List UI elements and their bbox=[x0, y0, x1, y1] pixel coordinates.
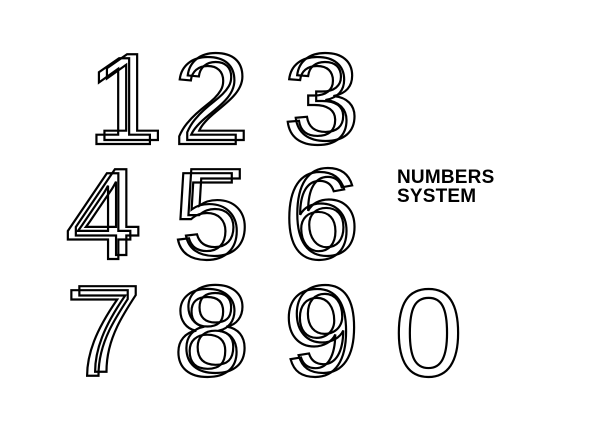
numeral-7: 7 7 bbox=[64, 260, 143, 404]
numeral-7-outline-front: 7 bbox=[73, 261, 142, 399]
numeral-6: 6 6 bbox=[282, 143, 361, 287]
numeral-3: 3 3 bbox=[282, 28, 361, 172]
numeral-9: 9 9 bbox=[282, 260, 361, 404]
numbers-system-poster: 1 1 2 2 3 3 4 4 5 5 6 6 NUMBERS SYSTEM 7… bbox=[0, 0, 600, 428]
title-line-1: NUMBERS bbox=[397, 167, 495, 188]
numeral-8: 8 8 bbox=[172, 260, 251, 404]
numeral-0-outline: 0 bbox=[394, 265, 463, 403]
numeral-2: 2 2 bbox=[172, 28, 251, 172]
numeral-0: 0 bbox=[393, 264, 464, 404]
numeral-1: 1 1 bbox=[86, 28, 165, 172]
numeral-4: 4 4 bbox=[64, 143, 143, 287]
numeral-9-outline-front: 9 bbox=[291, 261, 360, 399]
numbers-system-title: NUMBERS SYSTEM bbox=[397, 168, 527, 206]
numeral-5: 5 5 bbox=[172, 143, 251, 287]
title-line-2: SYSTEM bbox=[397, 186, 477, 207]
numeral-8-outline-front: 8 bbox=[181, 261, 250, 399]
